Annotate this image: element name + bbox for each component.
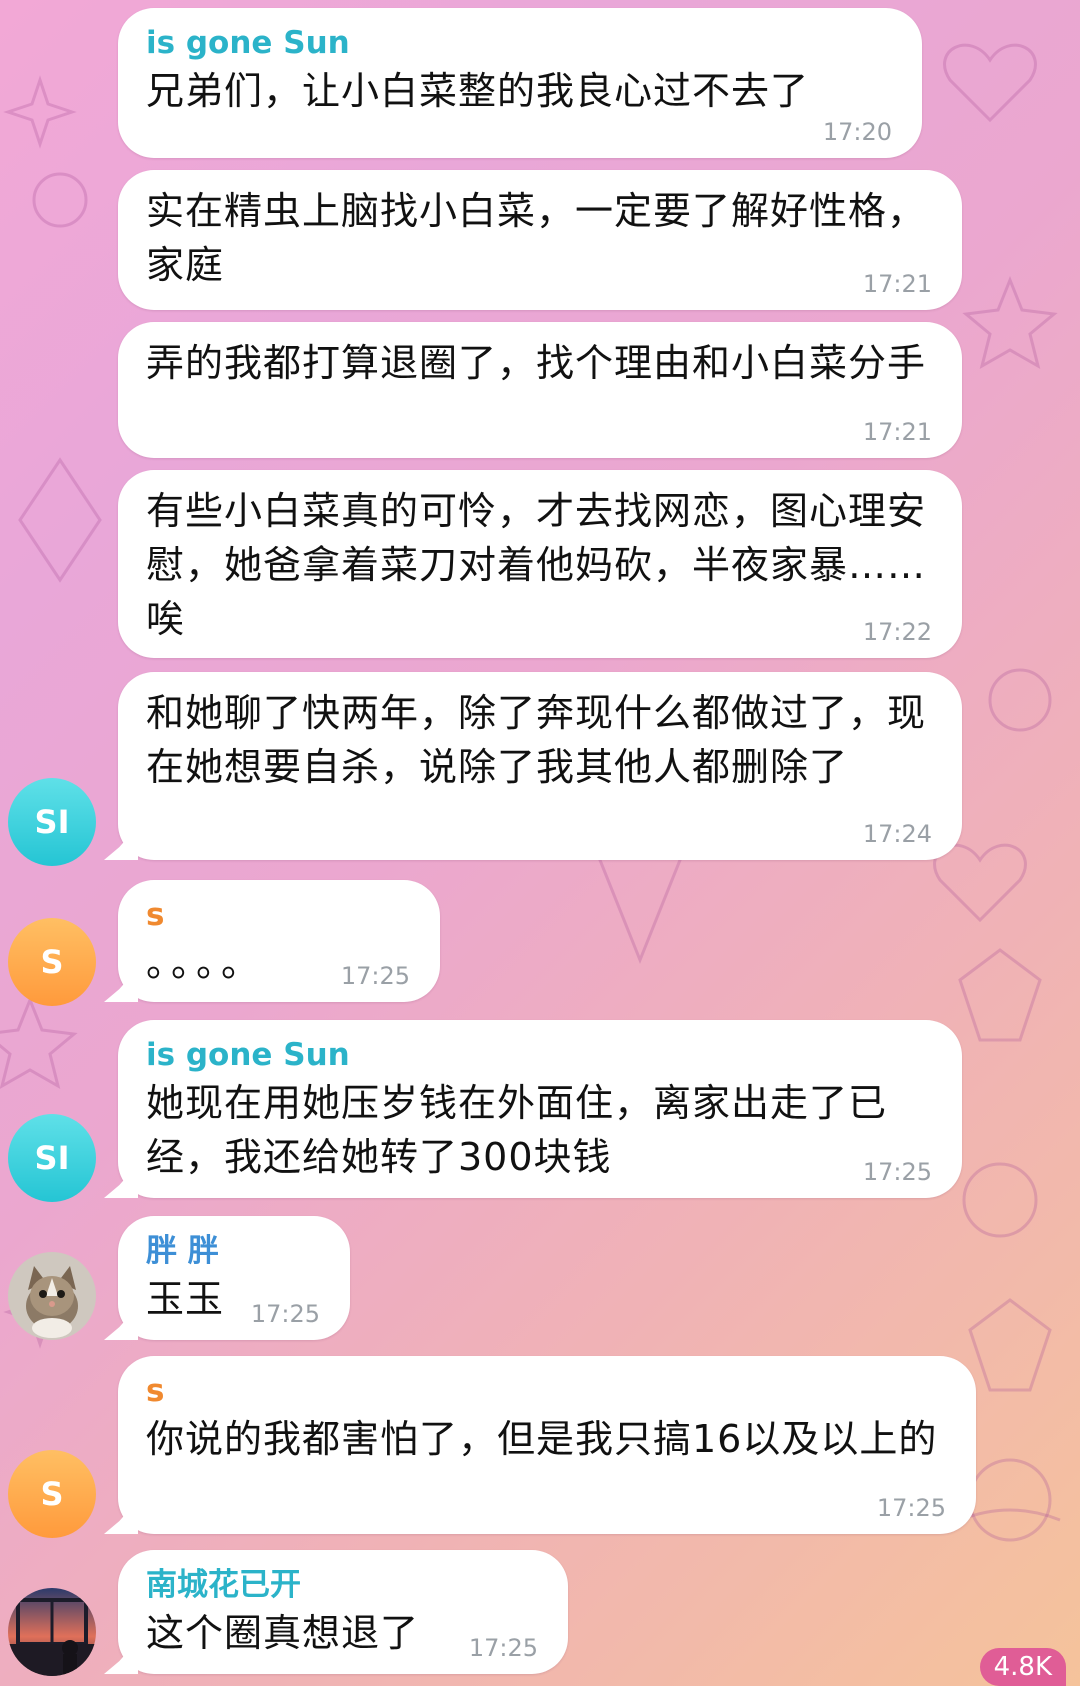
message-bubble[interactable]: s 。。。。 17:25 — [118, 880, 440, 1002]
sender-name[interactable]: is gone Sun — [146, 22, 894, 64]
avatar-sunset-photo[interactable] — [8, 1588, 96, 1676]
sunset-photo-icon — [8, 1588, 96, 1676]
message-bubble[interactable]: 和她聊了快两年，除了奔现什么都做过了，现在她想要自杀，说除了我其他人都删除了 1… — [118, 672, 962, 860]
avatar-s[interactable]: S — [8, 918, 96, 1006]
message-bubble[interactable]: 胖 胖 玉玉 17:25 — [118, 1216, 350, 1340]
message-time: 17:25 — [876, 1494, 946, 1522]
message-text: 弄的我都打算退圈了，找个理由和小白菜分手 — [146, 341, 927, 385]
sender-name[interactable]: s — [146, 1370, 948, 1412]
message-text: 你说的我都害怕了，但是我只搞16以及以上的 — [146, 1417, 938, 1461]
avatar-is-gone-sun[interactable]: SI — [8, 1114, 96, 1202]
message-bubble[interactable]: 南城花已开 这个圈真想退了 17:25 — [118, 1550, 568, 1674]
avatar-s[interactable]: S — [8, 1450, 96, 1538]
message-time: 17:25 — [468, 1634, 538, 1662]
avatar-is-gone-sun[interactable]: SI — [8, 778, 96, 866]
message-text: 兄弟们，让小白菜整的我良心过不去了 — [146, 69, 810, 113]
message-bubble[interactable]: s 你说的我都害怕了，但是我只搞16以及以上的 17:25 — [118, 1356, 976, 1534]
message-time: 17:25 — [250, 1300, 320, 1328]
message-time: 17:25 — [340, 962, 410, 990]
message-bubble[interactable]: is gone Sun 她现在用她压岁钱在外面住，离家出走了已经，我还给她转了3… — [118, 1020, 962, 1198]
message-bubble[interactable]: is gone Sun 兄弟们，让小白菜整的我良心过不去了 17:20 — [118, 8, 922, 158]
message-text: 她现在用她压岁钱在外面住，离家出走了已经，我还给她转了300块钱 — [146, 1081, 888, 1179]
message-bubble[interactable]: 弄的我都打算退圈了，找个理由和小白菜分手 17:21 — [118, 322, 962, 458]
message-time: 17:22 — [862, 618, 932, 646]
message-time: 17:20 — [822, 118, 892, 146]
sender-name[interactable]: s — [146, 894, 412, 936]
message-text: 实在精虫上脑找小白菜，一定要了解好性格，家庭 — [146, 189, 927, 287]
message-time: 17:24 — [862, 820, 932, 848]
message-text: 和她聊了快两年，除了奔现什么都做过了，现在她想要自杀，说除了我其他人都删除了 — [146, 691, 927, 789]
sender-name[interactable]: 南城花已开 — [146, 1564, 540, 1606]
sender-name[interactable]: is gone Sun — [146, 1034, 934, 1076]
cat-photo-icon — [8, 1252, 96, 1340]
sender-name[interactable]: 胖 胖 — [146, 1230, 322, 1272]
message-time: 17:21 — [862, 418, 932, 446]
avatar-cat-photo[interactable] — [8, 1252, 96, 1340]
message-bubble[interactable]: 有些小白菜真的可怜，才去找网恋，图心理安慰，她爸拿着菜刀对着他妈砍，半夜家暴……… — [118, 470, 962, 658]
message-bubble[interactable]: 实在精虫上脑找小白菜，一定要了解好性格，家庭 17:21 — [118, 170, 962, 310]
message-text: 有些小白菜真的可怜，才去找网恋，图心理安慰，她爸拿着菜刀对着他妈砍，半夜家暴……… — [146, 489, 927, 641]
message-time: 17:21 — [862, 270, 932, 298]
message-time: 17:25 — [862, 1158, 932, 1186]
unread-count-badge[interactable]: 4.8K — [979, 1648, 1066, 1686]
